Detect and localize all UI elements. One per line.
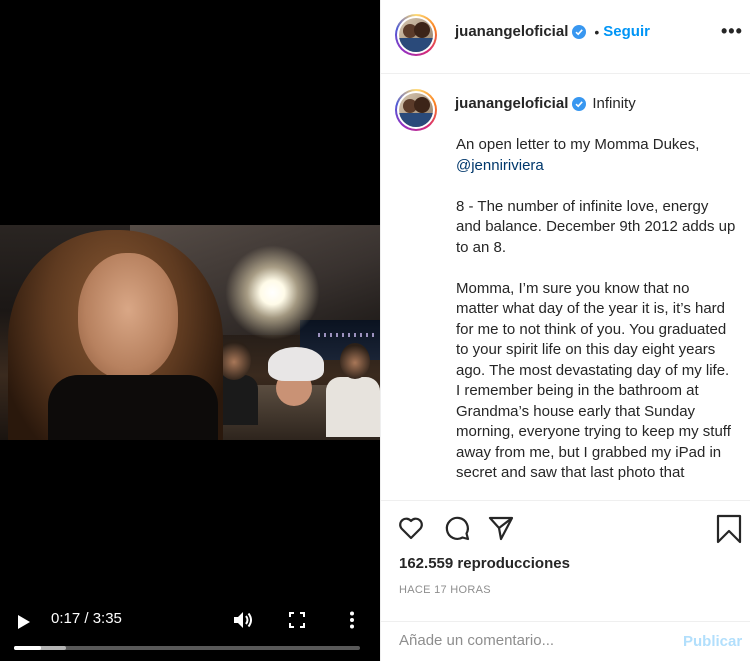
like-button[interactable] [397,514,427,544]
verified-icon [572,24,587,39]
caption-area: juanangeloficial Infinity An open letter… [381,75,750,500]
location-link[interactable]: Infinity [592,95,635,112]
comment-icon [445,516,470,541]
caption-user: juanangeloficial Infinity [455,95,636,112]
comment-input[interactable] [399,632,659,649]
post-timestamp[interactable]: HACE 17 HORAS [399,584,491,596]
video-controls: 0:17 / 3:35 [0,600,380,661]
video-woman-body [48,375,218,440]
avatar[interactable] [395,89,437,131]
view-count[interactable]: 162.559 reproducciones [399,555,570,572]
heart-icon [399,517,423,540]
caption-line: An open letter to my Momma Dukes, [456,136,700,153]
video-city-lights [318,333,378,337]
video-more-button[interactable] [340,608,364,632]
video-child-cap [268,347,324,381]
mention-link[interactable]: @jenniriviera [456,157,544,174]
publish-button[interactable]: Publicar [683,633,742,650]
video-player[interactable]: 0:17 / 3:35 [0,0,380,661]
video-woman-face [78,253,178,379]
comment-button[interactable] [443,514,473,544]
caption-paragraph: 8 - The number of infinite love, energy … [456,197,736,256]
more-options-icon[interactable]: ••• [721,22,742,44]
video-progress-bar[interactable] [14,646,360,650]
video-person-head [340,343,370,379]
caption-paragraph: Momma, I’m sure you know that no matter … [456,279,731,482]
username-link[interactable]: juanangeloficial [455,23,568,40]
video-frame[interactable] [0,225,380,440]
header-user: juanangeloficial • Seguir [455,23,650,40]
username-link[interactable]: juanangeloficial [455,95,568,112]
save-button[interactable] [715,514,745,544]
post-actions: 162.559 reproducciones HACE 17 HORAS [381,500,750,630]
play-icon [18,615,30,629]
follow-button[interactable]: Seguir [603,23,650,40]
play-button[interactable] [12,610,36,634]
video-person [326,377,380,437]
volume-icon [234,612,252,628]
more-vertical-icon [350,611,354,629]
comment-bar: Publicar [381,621,750,661]
caption-text: An open letter to my Momma Dukes, @jenni… [456,135,736,500]
verified-icon [572,96,587,111]
share-button[interactable] [487,514,517,544]
separator-dot: • [594,23,600,40]
bookmark-icon [716,514,742,544]
volume-button[interactable] [231,608,255,632]
video-progress [14,646,42,650]
avatar[interactable] [395,14,437,56]
share-icon [488,516,514,541]
video-time: 0:17 / 3:35 [51,610,122,627]
fullscreen-icon [289,612,305,628]
video-lamp [225,245,320,340]
fullscreen-button[interactable] [285,608,309,632]
post-header: juanangeloficial • Seguir ••• [381,0,750,74]
caption-paragraph: An open letter to my Momma Dukes, @jenni… [456,135,736,176]
post-sidebar: juanangeloficial • Seguir ••• juanangelo… [380,0,750,661]
